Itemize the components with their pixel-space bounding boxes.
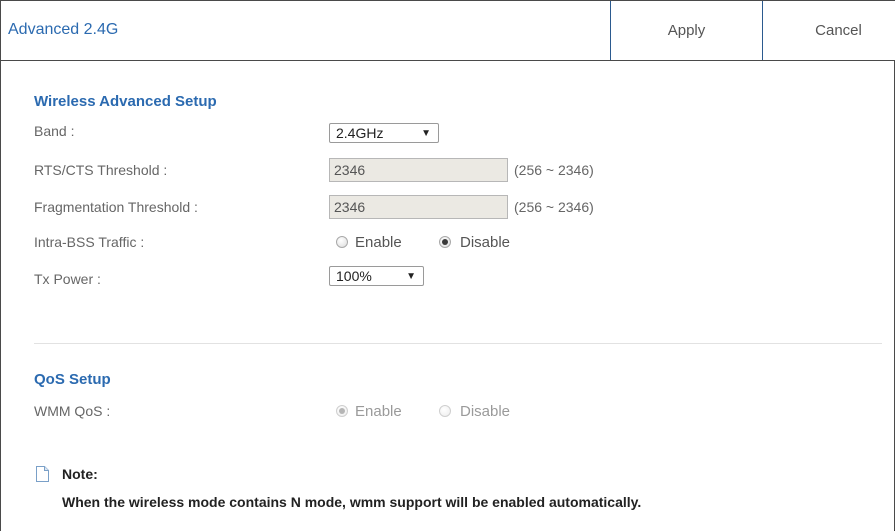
fragmentation-threshold-range: (256 ~ 2346): [514, 199, 594, 215]
rts-threshold-input[interactable]: 2346: [329, 158, 508, 182]
apply-button[interactable]: Apply: [610, 1, 762, 60]
intra-bss-enable-label: Enable: [355, 234, 402, 251]
band-label: Band :: [34, 123, 75, 139]
chevron-down-icon: ▼: [406, 271, 416, 282]
chevron-down-icon: ▼: [421, 128, 431, 139]
document-icon: [36, 466, 49, 482]
fragmentation-threshold-input[interactable]: 2346: [329, 195, 508, 219]
wmm-disable-label: Disable: [460, 403, 511, 420]
intra-bss-disable-label: Disable: [460, 234, 511, 251]
wireless-section-title: Wireless Advanced Setup: [34, 93, 217, 110]
tx-power-value: 100%: [336, 268, 372, 284]
fragmentation-threshold-label: Fragmentation Threshold :: [34, 199, 198, 215]
intra-bss-disable-radio[interactable]: [439, 236, 451, 248]
qos-section-title: QoS Setup: [34, 371, 111, 388]
wmm-enable-radio[interactable]: [336, 405, 348, 417]
section-divider: [34, 343, 882, 344]
intra-bss-enable-radio[interactable]: [336, 236, 348, 248]
page-frame: [0, 0, 895, 531]
wmm-enable-label: Enable: [355, 403, 402, 420]
cancel-button[interactable]: Cancel: [762, 1, 896, 60]
note-title: Note:: [62, 466, 98, 482]
wmm-disable-radio[interactable]: [439, 405, 451, 417]
note-text: When the wireless mode contains N mode, …: [62, 494, 642, 510]
rts-threshold-label: RTS/CTS Threshold :: [34, 162, 168, 178]
band-select[interactable]: 2.4GHz ▼: [329, 123, 439, 143]
page-title: Advanced 2.4G: [8, 21, 119, 38]
wmm-qos-label: WMM QoS :: [34, 403, 111, 419]
header-bar: Advanced 2.4G Apply Cancel: [0, 0, 896, 61]
tx-power-label: Tx Power :: [34, 271, 101, 287]
rts-threshold-range: (256 ~ 2346): [514, 162, 594, 178]
tx-power-select[interactable]: 100% ▼: [329, 266, 424, 286]
intra-bss-label: Intra-BSS Traffic :: [34, 234, 145, 250]
band-value: 2.4GHz: [336, 125, 384, 141]
